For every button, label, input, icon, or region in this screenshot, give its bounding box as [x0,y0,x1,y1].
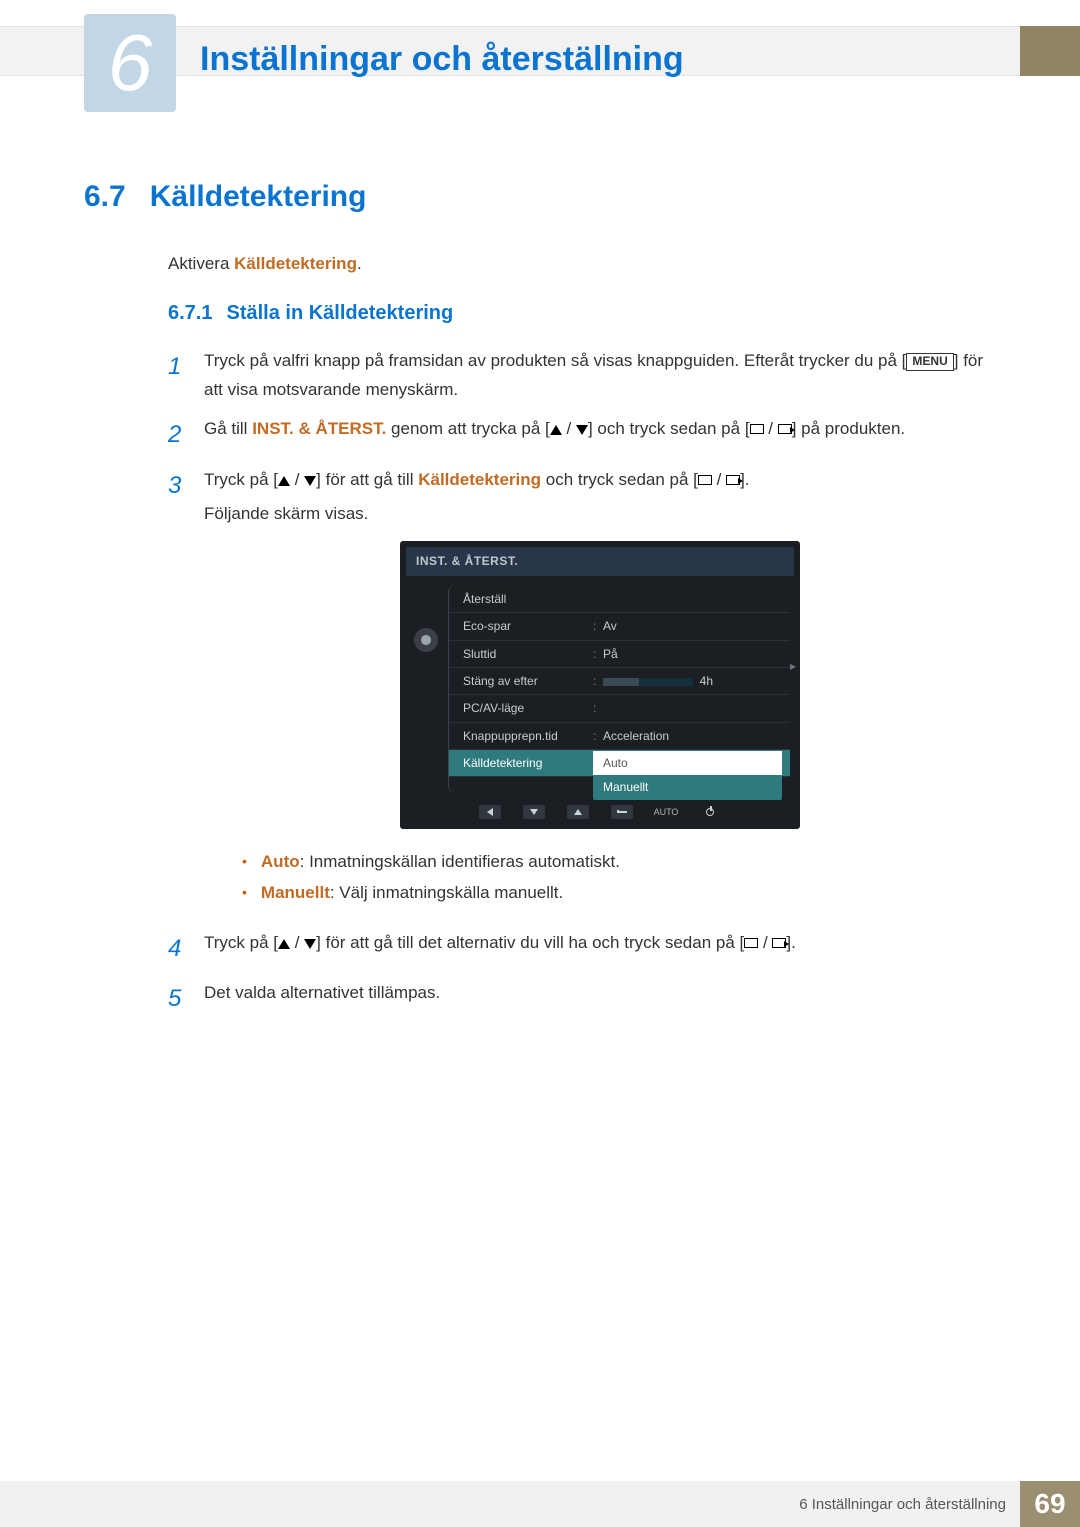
menu-key-icon: MENU [906,353,953,371]
osd-item-knapp[interactable]: Knappupprepn.tid:Acceleration [449,723,790,750]
box-arrow-icon [726,475,740,485]
up-icon [278,476,290,486]
footer-page-number: 69 [1020,1481,1080,1527]
section-number: 6.7 [84,180,126,214]
bullet-auto: • Auto: Inmatningskällan identifieras au… [242,847,996,878]
osd-slider[interactable] [603,678,693,686]
box-icon [744,938,758,948]
step-num: 5 [168,979,186,1020]
step-4: 4 Tryck på [ / ] för att gå till det alt… [168,929,996,970]
osd-list: Återställ Eco-spar:Av Sluttid:På Stäng a… [448,584,790,794]
step-text: Gå till INST. & ÅTERST. genom att trycka… [204,415,996,456]
osd-body: Återställ Eco-spar:Av Sluttid:På Stäng a… [406,576,794,798]
subsection-heading: 6.7.1 Ställa in Källdetektering [168,302,996,325]
osd-btn-left[interactable] [479,805,501,819]
box-arrow-icon [772,938,786,948]
osd-item-reset[interactable]: Återställ [449,586,790,613]
chapter-badge: 6 [84,14,176,112]
osd-item-ecospar[interactable]: Eco-spar:Av [449,613,790,640]
chapter-title: Inställningar och återställning [200,40,684,79]
intro-suffix: . [357,254,362,273]
osd-btn-enter[interactable] [611,805,633,819]
step-text: Det valda alternativet tillämpas. [204,979,996,1020]
step-5: 5 Det valda alternativet tillämpas. [168,979,996,1020]
osd-item-pcav[interactable]: PC/AV-läge: [449,695,790,722]
step-2: 2 Gå till INST. & ÅTERST. genom att tryc… [168,415,996,456]
step-num: 4 [168,929,186,970]
step-num: 3 [168,466,186,919]
osd-item-stangav[interactable]: Stäng av efter: 4h [449,668,790,695]
osd-scroll-right-icon: ▸ [790,656,796,676]
down-icon [576,425,588,435]
subsection-title: Ställa in Källdetektering [226,302,453,325]
step-3: 3 Tryck på [ / ] för att gå till Källdet… [168,466,996,919]
box-arrow-icon [778,424,792,434]
osd-item-kalldetektering[interactable]: Källdetektering: Auto Manuellt [449,750,790,777]
intro-prefix: Aktivera [168,254,234,273]
gear-icon [412,626,440,654]
osd-option-manuellt[interactable]: Manuellt [593,775,782,799]
section-heading: 6.7 Källdetektering [84,180,996,214]
osd-btn-auto[interactable]: AUTO [655,805,677,819]
box-icon [750,424,764,434]
chapter-number: 6 [108,17,153,109]
down-icon [304,939,316,949]
intro-line: Aktivera Källdetektering. [168,254,996,274]
section-title: Källdetektering [150,180,367,214]
step-text: Tryck på [ / ] för att gå till Källdetek… [204,466,996,919]
osd-btn-power[interactable] [699,805,721,819]
page-footer: 6 Inställningar och återställning 69 [0,1481,1080,1527]
down-icon [304,476,316,486]
osd-title: INST. & ÅTERST. [406,547,794,575]
intro-highlight: Källdetektering [234,254,357,273]
step-text: Tryck på valfri knapp på framsidan av pr… [204,347,996,405]
step-num: 1 [168,347,186,405]
up-icon [550,425,562,435]
osd-btn-up[interactable] [567,805,589,819]
step-1: 1 Tryck på valfri knapp på framsidan av … [168,347,996,405]
bullet-list: • Auto: Inmatningskällan identifieras au… [242,847,996,908]
bullet-manuellt: • Manuellt: Välj inmatningskälla manuell… [242,878,996,909]
step3-follow: Följande skärm visas. [204,500,996,529]
osd-item-sluttid[interactable]: Sluttid:På [449,641,790,668]
bullet-dot-icon: • [242,878,247,909]
page-content: 6.7 Källdetektering Aktivera Källdetekte… [84,180,996,1030]
up-icon [278,939,290,949]
osd-footer: AUTO [406,797,794,821]
osd-dropdown[interactable]: Auto Manuellt [593,751,782,800]
osd-menu: INST. & ÅTERST. Återställ Eco-spar:Av Sl… [400,541,800,829]
footer-text: 6 Inställningar och återställning [785,1481,1020,1527]
box-icon [698,475,712,485]
step-num: 2 [168,415,186,456]
osd-btn-down[interactable] [523,805,545,819]
osd-option-auto[interactable]: Auto [593,751,782,775]
step-text: Tryck på [ / ] för att gå till det alter… [204,929,996,970]
bullet-dot-icon: • [242,847,247,878]
subsection-number: 6.7.1 [168,302,212,325]
steps-list: 1 Tryck på valfri knapp på framsidan av … [168,347,996,1020]
